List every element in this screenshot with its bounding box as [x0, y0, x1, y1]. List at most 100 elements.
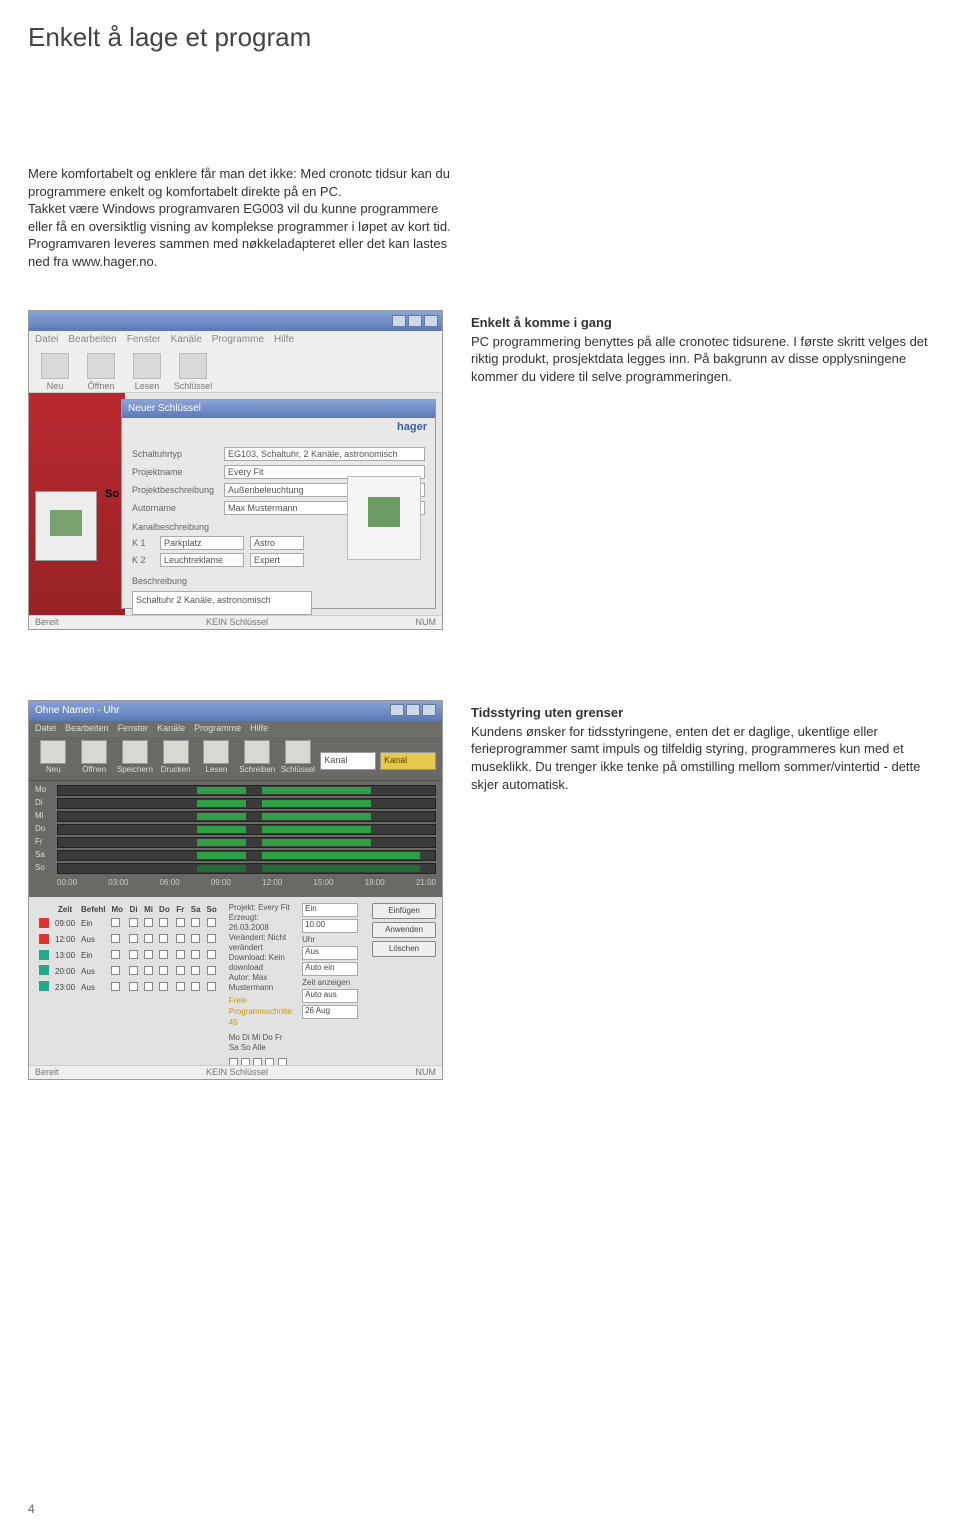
toolbar: Neu Öffnen Speichern Drucken Lesen Schre… — [29, 737, 442, 781]
menu-item[interactable]: Hilfe — [250, 722, 268, 736]
checkbox[interactable] — [111, 918, 120, 927]
checkbox[interactable] — [129, 934, 138, 943]
toolbar-new[interactable]: Neu — [35, 740, 72, 777]
new-key-dialog: Neuer Schlüssel hager SchaltuhrtypEG103,… — [121, 399, 436, 609]
checkbox[interactable] — [111, 934, 120, 943]
checkbox[interactable] — [191, 982, 200, 991]
checkbox[interactable] — [111, 966, 120, 975]
checkbox[interactable] — [207, 934, 216, 943]
status-mid: KEIN Schlüssel — [206, 1066, 268, 1079]
timeline-bar[interactable] — [57, 811, 436, 822]
checkbox[interactable] — [129, 966, 138, 975]
apply-button[interactable]: Anwenden — [372, 922, 436, 938]
timeline-bar[interactable] — [57, 837, 436, 848]
maximize-icon[interactable] — [406, 704, 420, 716]
checkbox[interactable] — [159, 982, 168, 991]
toolbar-key[interactable]: Schlüssel — [173, 353, 213, 388]
time-controls: Ein 10:00 Uhr Aus Auto ein Zeit anzeigen… — [302, 903, 364, 1080]
checkbox[interactable] — [207, 982, 216, 991]
insert-button[interactable]: Einfügen — [372, 903, 436, 919]
checkbox[interactable] — [207, 966, 216, 975]
checkbox[interactable] — [144, 918, 153, 927]
checkbox[interactable] — [176, 918, 185, 927]
menu-item[interactable]: Programme — [194, 722, 241, 736]
checkbox[interactable] — [111, 982, 120, 991]
checkbox[interactable] — [129, 918, 138, 927]
auto-ein-button[interactable]: Auto ein — [302, 962, 358, 976]
toolbar-read[interactable]: Lesen — [198, 740, 235, 777]
timer-type-input[interactable]: EG103, Schaltuhr, 2 Kanäle, astronomisch — [224, 447, 425, 461]
window-titlebar — [29, 311, 442, 331]
checkbox[interactable] — [176, 934, 185, 943]
channel-tab[interactable]: Kanal — [380, 752, 436, 770]
menu-item[interactable]: Hilfe — [274, 333, 294, 347]
checkbox[interactable] — [176, 966, 185, 975]
menu-item[interactable]: Programme — [212, 333, 264, 347]
timeline-bar[interactable] — [57, 824, 436, 835]
checkbox[interactable] — [144, 950, 153, 959]
toolbar-save[interactable]: Speichern — [117, 740, 154, 777]
minimize-icon[interactable] — [390, 704, 404, 716]
ein-button[interactable]: Ein — [302, 903, 358, 917]
checkbox[interactable] — [159, 950, 168, 959]
checkbox[interactable] — [129, 982, 138, 991]
toolbar-read[interactable]: Lesen — [127, 353, 167, 388]
channel-name-input[interactable]: Leuchtreklame — [160, 553, 244, 567]
checkbox[interactable] — [159, 966, 168, 975]
timeline-bar[interactable] — [57, 850, 436, 861]
checkbox[interactable] — [129, 950, 138, 959]
timeline-bar[interactable] — [57, 798, 436, 809]
timeline-bar[interactable] — [57, 785, 436, 796]
close-icon[interactable] — [424, 315, 438, 327]
checkbox[interactable] — [207, 950, 216, 959]
checkbox[interactable] — [191, 934, 200, 943]
menu-item[interactable]: Kanäle — [171, 333, 202, 347]
checkbox[interactable] — [176, 950, 185, 959]
checkbox[interactable] — [159, 934, 168, 943]
table-row[interactable]: 13:00Ein — [37, 950, 219, 964]
channel-mode-select[interactable]: Expert — [250, 553, 304, 567]
minimize-icon[interactable] — [392, 315, 406, 327]
checkbox[interactable] — [144, 934, 153, 943]
toolbar-open[interactable]: Öffnen — [81, 353, 121, 388]
menu-item[interactable]: Datei — [35, 722, 56, 736]
close-icon[interactable] — [422, 704, 436, 716]
checkbox[interactable] — [159, 918, 168, 927]
channel-select[interactable]: Kanal — [320, 752, 376, 770]
checkbox[interactable] — [176, 982, 185, 991]
checkbox[interactable] — [111, 950, 120, 959]
menu-item[interactable]: Fenster — [118, 722, 149, 736]
aus-button[interactable]: Aus — [302, 946, 358, 960]
menu-item[interactable]: Kanäle — [157, 722, 185, 736]
menu-item[interactable]: Bearbeiten — [68, 333, 116, 347]
checkbox[interactable] — [207, 918, 216, 927]
delete-button[interactable]: Löschen — [372, 941, 436, 957]
time-input[interactable]: 10:00 — [302, 919, 358, 933]
checkbox[interactable] — [191, 966, 200, 975]
toolbar-print[interactable]: Drucken — [157, 740, 194, 777]
menu-item[interactable]: Datei — [35, 333, 58, 347]
description-input[interactable]: Schaltuhr 2 Kanäle, astronomisch — [132, 591, 312, 615]
table-row[interactable]: 23:00Aus — [37, 981, 219, 995]
toolbar-key[interactable]: Schlüssel — [280, 740, 317, 777]
table-row[interactable]: 20:00Aus — [37, 965, 219, 979]
checkbox[interactable] — [144, 982, 153, 991]
page-title: Enkelt å lage et program — [28, 20, 932, 55]
date-input[interactable]: 26 Aug — [302, 1005, 358, 1019]
maximize-icon[interactable] — [408, 315, 422, 327]
checkbox[interactable] — [191, 950, 200, 959]
checkbox[interactable] — [191, 918, 200, 927]
table-row[interactable]: 09:00Ein — [37, 918, 219, 932]
checkbox[interactable] — [144, 966, 153, 975]
toolbar-open[interactable]: Öffnen — [76, 740, 113, 777]
timeline-bar[interactable] — [57, 863, 436, 874]
toolbar-write[interactable]: Schreiben — [239, 740, 276, 777]
toolbar-new[interactable]: Neu — [35, 353, 75, 388]
auto-aus-button[interactable]: Auto aus — [302, 989, 358, 1003]
channel-name-input[interactable]: Parkplatz — [160, 536, 244, 550]
menu-item[interactable]: Bearbeiten — [65, 722, 109, 736]
menu-item[interactable]: Fenster — [127, 333, 161, 347]
window-title: Ohne Namen - Uhr — [35, 704, 119, 718]
channel-mode-select[interactable]: Astro — [250, 536, 304, 550]
table-row[interactable]: 12:00Aus — [37, 934, 219, 948]
